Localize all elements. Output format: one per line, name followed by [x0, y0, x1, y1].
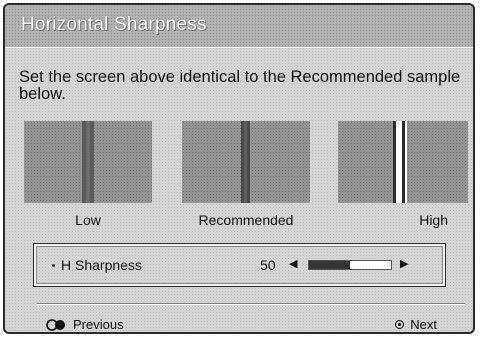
sample-low-image [24, 121, 152, 203]
next-label: Next [410, 317, 437, 332]
return-icon [46, 318, 65, 331]
sample-high-label-text: High [419, 212, 448, 228]
h-sharpness-label: H Sharpness [61, 257, 142, 273]
h-sharpness-slider[interactable] [308, 260, 392, 270]
increase-arrow-icon[interactable]: ▶ [400, 257, 408, 270]
sample-recommended-image [182, 121, 310, 203]
title-bar: Horizontal Sharpness [5, 5, 473, 48]
h-sharpness-value: 50 [260, 257, 276, 273]
ok-icon [395, 320, 405, 329]
decrease-arrow-icon[interactable]: ◀ [289, 257, 297, 270]
next-button[interactable]: Next [395, 317, 437, 332]
sample-high-label: High [338, 212, 468, 228]
dialog-title: Horizontal Sharpness [21, 14, 207, 35]
h-sharpness-control[interactable]: H Sharpness 50 ◀ ▶ [33, 243, 446, 287]
dialog-frame: Horizontal Sharpness Set the screen abov… [3, 3, 475, 334]
slider-fill [309, 261, 350, 269]
previous-button[interactable]: Previous [45, 317, 124, 332]
previous-label: Previous [73, 317, 124, 332]
instruction-text: Set the screen above identical to the Re… [19, 68, 461, 103]
bullet-icon [52, 264, 55, 267]
sample-low-label: Low [75, 212, 101, 228]
sample-high-image [338, 121, 468, 203]
divider [37, 303, 465, 304]
sample-recommended-label: Recommended [198, 212, 294, 228]
